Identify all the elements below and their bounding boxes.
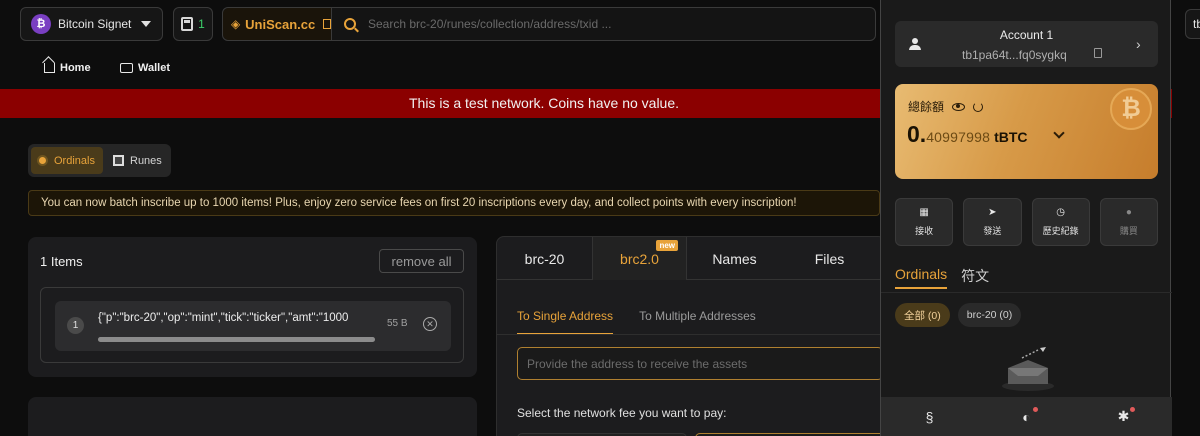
tab-single-address[interactable]: To Single Address <box>517 309 614 335</box>
destination-tabs: To Single Address To Multiple Addresses <box>517 309 756 335</box>
history-button[interactable]: ◷ 歷史紀錄 <box>1031 198 1090 246</box>
wallet-asset-tabs: Ordinals 符文 <box>895 266 989 289</box>
wallet-actions: ▦ 接收 ➤ 發送 ◷ 歷史紀錄 ● 購買 <box>895 198 1158 246</box>
buy-label: 購買 <box>1119 226 1138 236</box>
nav-home[interactable]: Home <box>44 62 91 74</box>
history-icon: ◷ <box>1056 207 1065 218</box>
runes-icon <box>113 155 124 166</box>
asset-filters: 全部 (0) brc-20 (0) <box>895 303 1022 327</box>
uniscan-link[interactable]: ◈ UniScan.cc <box>223 8 332 40</box>
item-content: {"p":"brc-20","op":"mint","tick":"ticker… <box>98 312 349 324</box>
main-nav: Home Wallet <box>0 50 880 88</box>
bitcoin-coin-icon: ₿ <box>1110 88 1152 130</box>
tab-runes-label: Runes <box>130 154 162 167</box>
tab-wallet-runes[interactable]: 符文 <box>961 266 989 289</box>
external-link-icon <box>323 19 331 29</box>
batch-notice: You can now batch inscribe up to 1000 it… <box>28 190 880 216</box>
gas-button[interactable]: 1 <box>173 7 213 41</box>
balance-amount: 0. 40997998 tBTC <box>907 121 1028 148</box>
gas-pump-icon <box>181 17 194 31</box>
uniscan-label: UniScan.cc <box>245 16 316 32</box>
close-icon[interactable]: ✕ <box>423 317 437 331</box>
tab-files[interactable]: Files <box>782 237 877 280</box>
filter-brc-20[interactable]: brc-20 (0) <box>957 303 1022 327</box>
send-icon: ➤ <box>988 207 997 218</box>
address-button[interactable]: tb1p <box>1185 9 1200 39</box>
wallet-popup: Account 1 tb1pa64t...fq0sygkq › 總餘額 0. 4… <box>880 0 1172 436</box>
nav-home-label: Home <box>60 62 91 74</box>
buy-icon: ● <box>1125 207 1132 218</box>
balance-unit: tBTC <box>994 129 1028 145</box>
list-item: 1 {"p":"brc-20","op":"mint","tick":"tick… <box>55 301 451 351</box>
tab-names[interactable]: Names <box>687 237 782 280</box>
qr-icon: ▦ <box>919 207 929 218</box>
balance-integer: 0. <box>907 121 927 147</box>
background-page-edge <box>1172 0 1200 436</box>
items-count-title: 1 Items <box>40 254 83 269</box>
bitcoin-icon: ₿ <box>31 14 51 34</box>
tab-brc2-0-label: brc2.0 <box>620 250 659 267</box>
history-label: 歷史紀錄 <box>1042 226 1079 236</box>
chevron-down-icon <box>141 21 151 27</box>
gear-icon[interactable]: ✱ <box>1116 406 1135 425</box>
balance-label: 總餘額 <box>908 100 945 114</box>
search-bar: ◈ UniScan.cc <box>222 7 876 41</box>
tab-brc-20[interactable]: brc-20 <box>497 237 592 280</box>
item-progress-fill <box>98 337 375 342</box>
refresh-icon[interactable] <box>973 101 984 112</box>
tab-runes[interactable]: Runes <box>107 147 168 174</box>
chevron-right-icon: › <box>1136 36 1141 52</box>
receive-label: 接收 <box>915 226 934 236</box>
tab-multiple-addresses[interactable]: To Multiple Addresses <box>639 309 756 335</box>
network-select[interactable]: ₿ Bitcoin Signet <box>20 7 163 41</box>
divider <box>881 292 1172 293</box>
ordinals-icon <box>37 155 48 166</box>
copy-icon[interactable] <box>1094 48 1102 58</box>
balance-label-row: 總餘額 <box>908 98 984 115</box>
tab-ordinals[interactable]: Ordinals <box>31 147 103 174</box>
tab-wallet-ordinals[interactable]: Ordinals <box>895 266 948 289</box>
tab-brc2-0[interactable]: brc2.0 new <box>592 237 687 280</box>
send-label: 發送 <box>983 226 1002 236</box>
home-icon <box>44 63 55 73</box>
account-name: Account 1 <box>999 28 1054 42</box>
compass-icon[interactable]: ◐ <box>1019 406 1038 425</box>
fee-label: Select the network fee you want to pay: <box>517 406 727 420</box>
item-index: 1 <box>67 317 84 334</box>
wallet-icon <box>120 63 133 73</box>
network-label: Bitcoin Signet <box>58 17 132 31</box>
account-selector[interactable]: Account 1 tb1pa64t...fq0sygkq › <box>895 21 1158 67</box>
balance-decimals: 40997998 <box>926 129 991 145</box>
protocol-switch: Ordinals Runes <box>28 144 171 177</box>
chevron-down-icon[interactable] <box>1053 127 1065 139</box>
buy-button[interactable]: ● 購買 <box>1099 198 1158 246</box>
wallet-logo-icon[interactable]: § <box>922 409 938 425</box>
type-tabs: brc-20 brc2.0 new Names Files <box>497 237 885 280</box>
receive-button[interactable]: ▦ 接收 <box>895 198 954 246</box>
search-icon <box>344 18 356 30</box>
search-input[interactable] <box>368 17 848 31</box>
item-size: 55 B <box>387 318 408 329</box>
gas-count: 1 <box>198 17 205 31</box>
inscribe-form-panel: brc-20 brc2.0 new Names Files To Single … <box>496 236 886 436</box>
nav-wallet-label: Wallet <box>138 62 170 74</box>
wallet-bottom-nav: § ◐ ✱ <box>881 397 1172 436</box>
account-address: tb1pa64t...fq0sygkq <box>962 48 1067 62</box>
remove-all-button[interactable]: remove all <box>379 249 464 273</box>
send-button[interactable]: ➤ 發送 <box>963 198 1022 246</box>
nav-wallet[interactable]: Wallet <box>120 62 170 74</box>
divider <box>497 334 885 335</box>
receive-address-input[interactable] <box>517 347 883 380</box>
item-progress-bar <box>98 337 375 342</box>
filter-all[interactable]: 全部 (0) <box>895 303 950 327</box>
summary-panel <box>28 397 477 436</box>
empty-box-icon <box>1002 347 1054 391</box>
uniscan-logo-icon: ◈ <box>231 17 241 31</box>
balance-card: 總餘額 0. 40997998 tBTC ₿ <box>895 84 1158 179</box>
items-list: 1 {"p":"brc-20","op":"mint","tick":"tick… <box>40 287 464 363</box>
items-panel: 1 Items remove all 1 {"p":"brc-20","op":… <box>28 237 477 377</box>
new-badge: new <box>656 240 678 251</box>
eye-icon[interactable] <box>952 102 966 111</box>
tab-ordinals-label: Ordinals <box>54 154 95 167</box>
